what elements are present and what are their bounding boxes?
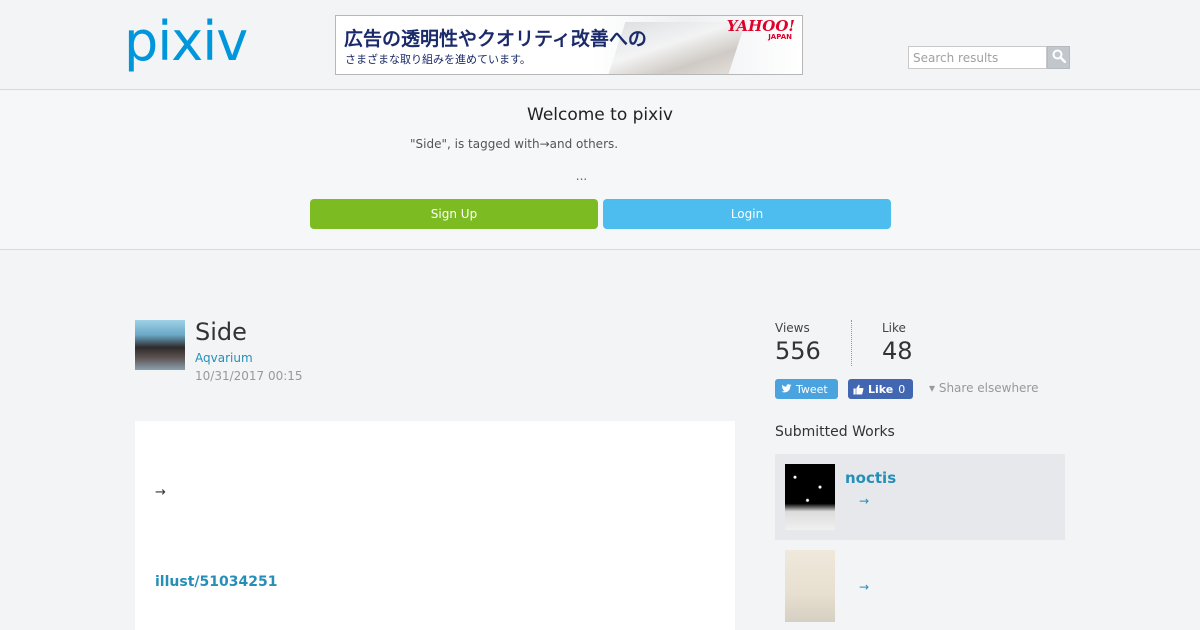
welcome-title: Welcome to pixiv <box>527 105 673 125</box>
thumbs-up-icon <box>853 384 864 395</box>
submitted-works-heading: Submitted Works <box>775 424 895 440</box>
search-form <box>908 46 1070 69</box>
signup-button[interactable]: Sign Up <box>310 199 598 229</box>
fb-like-count: 0 <box>898 382 906 396</box>
views-label: Views <box>775 321 810 335</box>
submitted-work-caption: → <box>859 494 870 508</box>
welcome-panel: Welcome to pixiv "Side", is tagged with→… <box>0 91 1200 250</box>
submitted-work-item[interactable]: → <box>775 540 1065 626</box>
welcome-description: "Side", is tagged with→and others. <box>410 137 619 151</box>
ad-headline: 広告の透明性やクオリティ改善への <box>344 28 647 50</box>
share-elsewhere-toggle[interactable]: ▾ Share elsewhere <box>929 381 1039 395</box>
views-count: 556 <box>775 337 821 365</box>
fb-like-label: Like <box>868 382 894 396</box>
ad-subline: さまざまな取り組みを進めています。 <box>345 53 531 66</box>
ad-brand-logo: YAHOO! <box>726 17 795 35</box>
submitted-work-item[interactable]: noctis → <box>775 454 1065 540</box>
search-icon <box>1052 48 1066 67</box>
work-title: Side <box>195 318 247 346</box>
twitter-bird-icon <box>781 384 792 394</box>
author-link[interactable]: Aqvarium <box>195 351 253 365</box>
work-description-card: → illust/51034251 <box>135 421 735 630</box>
ad-brand-sub: JAPAN <box>768 33 792 41</box>
login-button[interactable]: Login <box>603 199 891 229</box>
tweet-label: Tweet <box>796 382 828 396</box>
submitted-work-caption: → <box>859 580 870 594</box>
welcome-ellipsis: ... <box>575 169 588 183</box>
stats-divider <box>851 320 852 366</box>
submitted-work-title[interactable]: noctis <box>845 469 896 487</box>
facebook-like-button[interactable]: Like 0 <box>848 379 913 399</box>
search-button[interactable] <box>1047 46 1070 69</box>
like-label: Like <box>882 321 906 335</box>
site-header: pixiv 広告の透明性やクオリティ改善への さまざまな取り組みを進めています。… <box>0 0 1200 90</box>
illust-link[interactable]: illust/51034251 <box>155 574 277 590</box>
work-date: 10/31/2017 00:15 <box>195 369 303 383</box>
like-count: 48 <box>882 337 913 365</box>
work-thumbnail[interactable] <box>785 550 835 622</box>
ad-banner[interactable]: 広告の透明性やクオリティ改善への さまざまな取り組みを進めています。 YAHOO… <box>335 15 803 75</box>
tweet-button[interactable]: Tweet <box>775 379 838 399</box>
author-avatar[interactable] <box>135 320 185 370</box>
pixiv-logo[interactable]: pixiv <box>124 12 248 72</box>
work-thumbnail[interactable] <box>785 464 835 530</box>
search-input[interactable] <box>908 46 1047 69</box>
description-arrow: → <box>155 485 166 500</box>
